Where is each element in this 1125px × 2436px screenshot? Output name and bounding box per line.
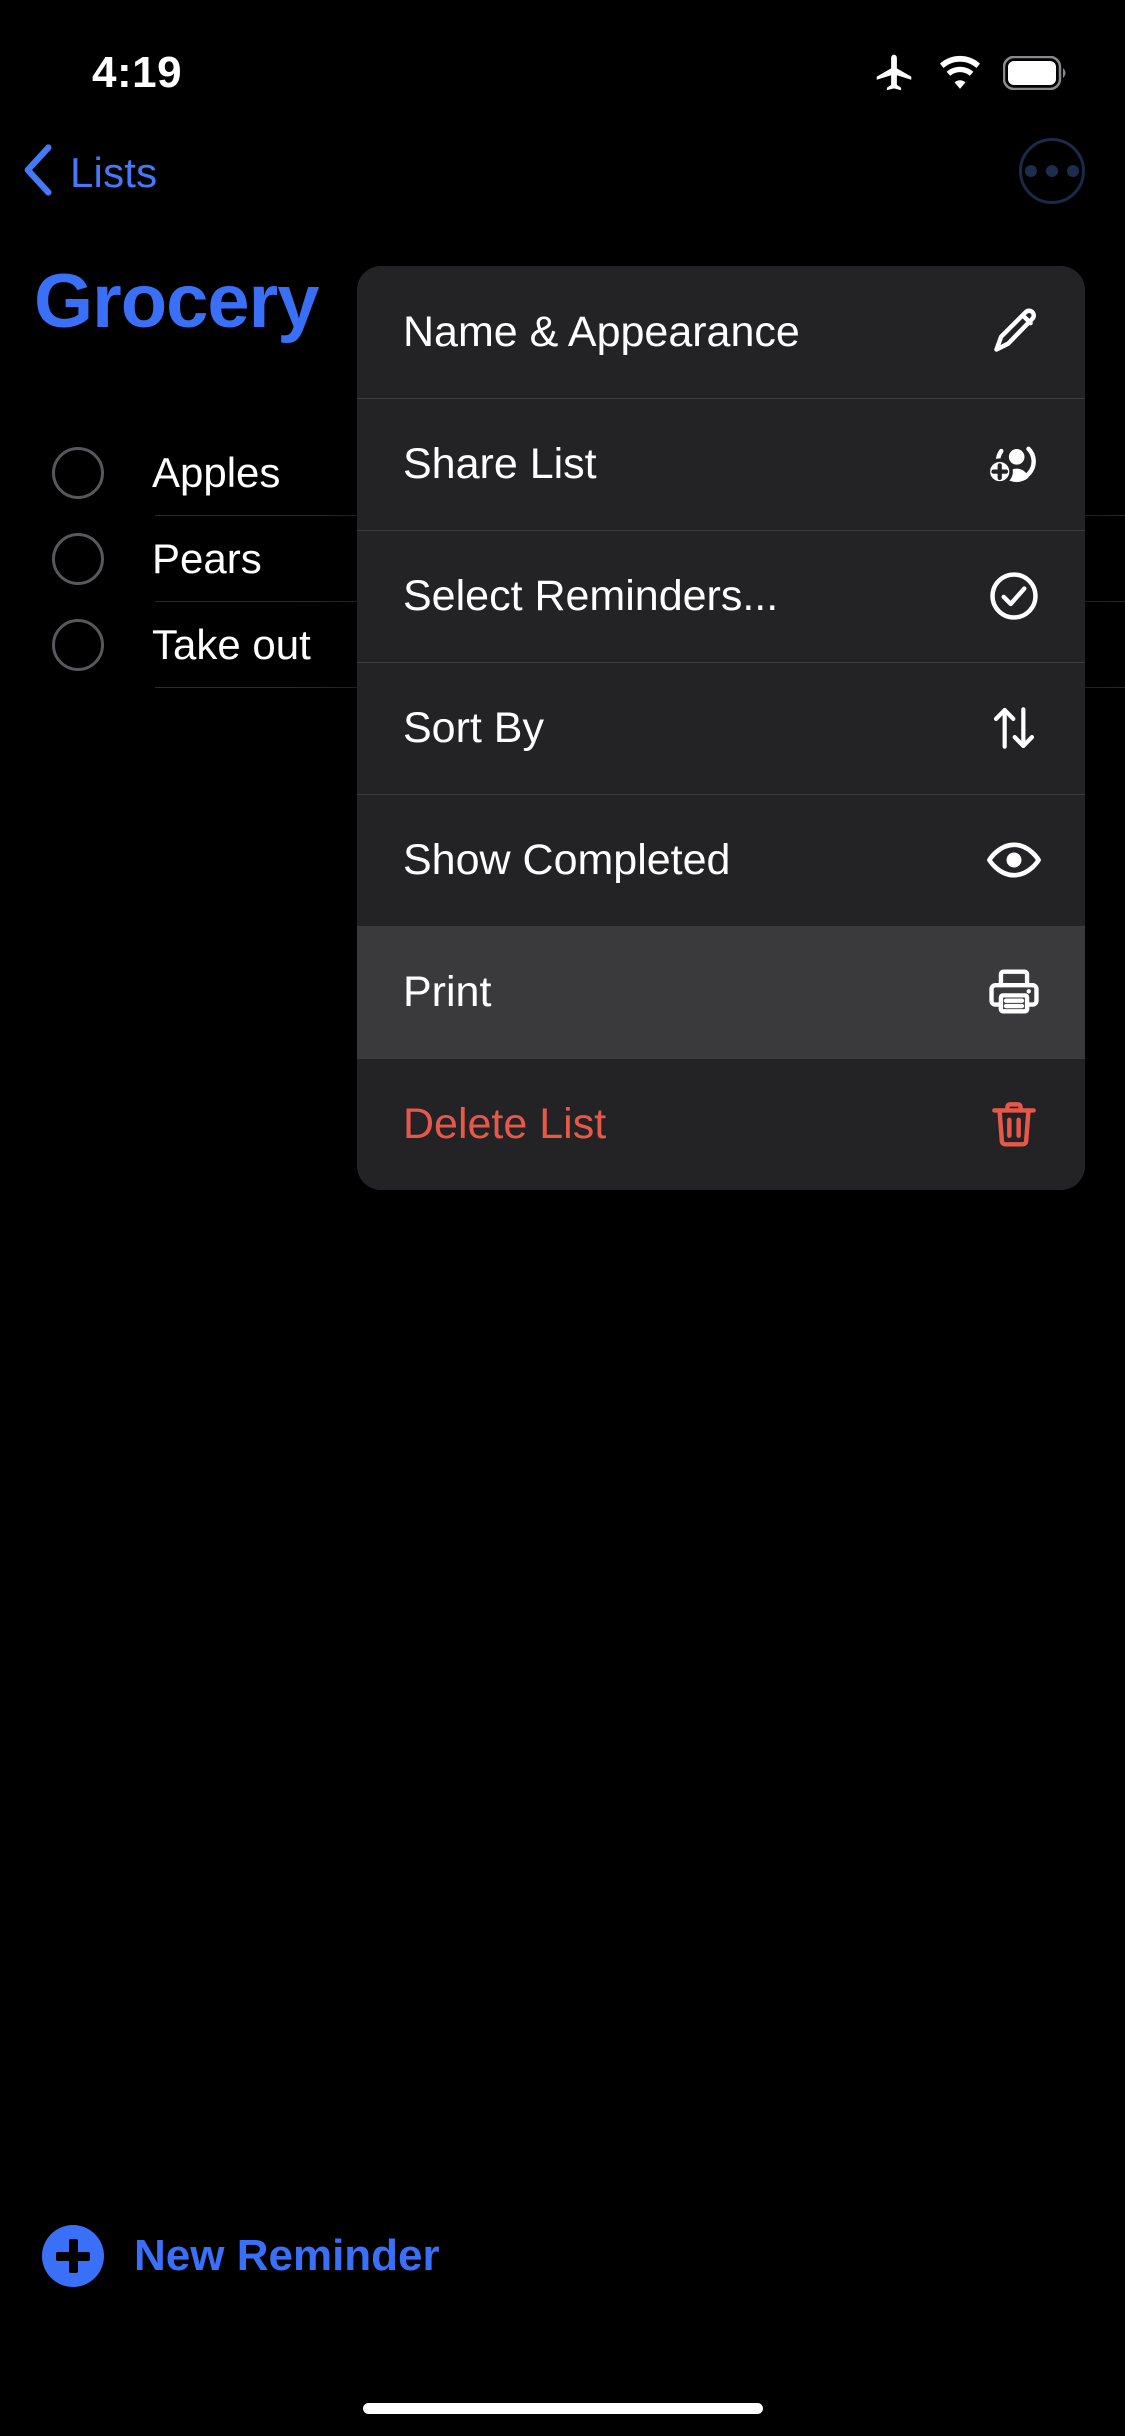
reminder-title: Take out <box>152 621 311 668</box>
person-badge-plus-icon <box>983 433 1045 495</box>
more-options-button[interactable] <box>1019 138 1085 204</box>
new-reminder-button[interactable]: New Reminder <box>42 2225 440 2287</box>
menu-item-sort-by[interactable]: Sort By <box>357 662 1085 794</box>
reminder-checkbox[interactable] <box>52 447 104 499</box>
menu-item-label: Print <box>403 967 492 1016</box>
reminder-title: Apples <box>152 449 281 496</box>
reminder-checkbox[interactable] <box>52 619 104 671</box>
ellipsis-dot <box>1046 165 1058 177</box>
menu-item-delete-list[interactable]: Delete List <box>357 1058 1085 1190</box>
status-time: 4:19 <box>92 48 183 97</box>
plus-circle-icon <box>42 2225 104 2287</box>
home-indicator[interactable] <box>362 2403 763 2414</box>
chevron-left-icon <box>22 142 56 203</box>
ellipsis-dot <box>1067 165 1079 177</box>
battery-icon <box>1003 56 1069 90</box>
airplane-mode-icon <box>871 50 917 96</box>
ellipsis-dot <box>1025 165 1037 177</box>
menu-item-select-reminders[interactable]: Select Reminders... <box>357 530 1085 662</box>
printer-icon <box>983 961 1045 1023</box>
back-button-lists[interactable]: Lists <box>22 142 157 203</box>
menu-item-label: Share List <box>403 439 597 488</box>
back-button-label: Lists <box>70 148 158 196</box>
status-bar: 4:19 <box>0 0 1125 132</box>
reminder-title: Pears <box>152 535 262 582</box>
menu-item-label: Delete List <box>403 1099 607 1148</box>
page-title: Grocery <box>34 259 319 344</box>
menu-item-share-list[interactable]: Share List <box>357 398 1085 530</box>
menu-item-name-appearance[interactable]: Name & Appearance <box>357 266 1085 398</box>
wifi-icon <box>935 50 985 96</box>
pencil-icon <box>983 301 1045 363</box>
arrow-up-arrow-down-icon <box>983 697 1045 759</box>
menu-item-label: Sort By <box>403 703 544 752</box>
menu-item-label: Show Completed <box>403 835 731 884</box>
menu-item-label: Select Reminders... <box>403 571 779 620</box>
eye-icon <box>983 829 1045 891</box>
checkmark-circle-icon <box>983 565 1045 627</box>
trash-icon <box>983 1093 1045 1155</box>
menu-item-print[interactable]: Print <box>357 926 1085 1058</box>
reminder-checkbox[interactable] <box>52 533 104 585</box>
plus-vertical-bar <box>68 2239 78 2273</box>
navigation-bar: Lists <box>0 132 1125 232</box>
menu-item-show-completed[interactable]: Show Completed <box>357 794 1085 926</box>
status-indicators <box>871 50 1069 96</box>
context-menu: Name & Appearance Share List Select Remi… <box>357 266 1085 1190</box>
new-reminder-label: New Reminder <box>134 2231 440 2280</box>
menu-item-label: Name & Appearance <box>403 307 800 356</box>
